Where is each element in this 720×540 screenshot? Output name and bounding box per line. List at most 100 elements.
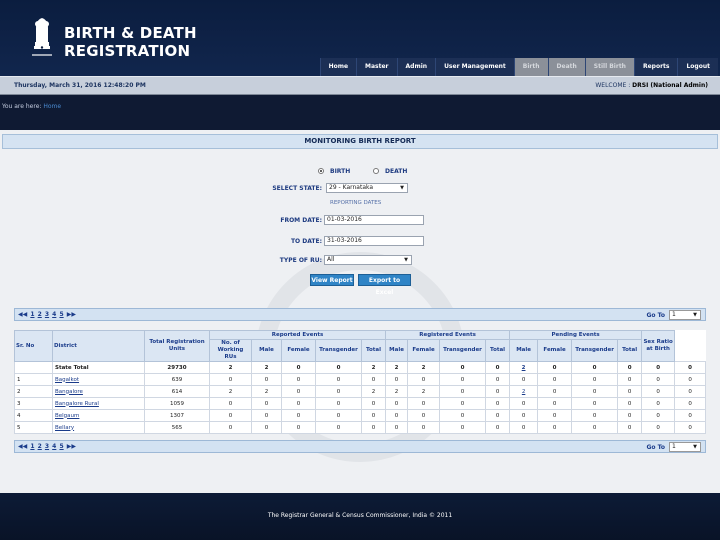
table-row: 1 Bagalkot 639 0 0 0 0 0 0 0 0 0 0 0 0 0 0 0 [14,373,706,386]
nav-admin[interactable]: Admin [396,58,436,76]
value-cell: 0 [485,397,511,410]
value-cell: 0 [674,421,706,434]
page-link-4[interactable]: 4 [52,311,56,318]
type-of-ru-label: TYPE OF RU: [279,257,322,264]
value-cell: 0 [315,397,362,410]
radio-birth-dot[interactable] [318,168,324,174]
value-cell: 0 [315,421,362,434]
type-of-ru-select[interactable]: All ▼ [324,255,412,265]
units-cell: 1307 [144,409,210,422]
value-cell: 2 [407,385,441,398]
col-pend-male: Male [509,339,539,362]
district-link[interactable]: Bangalore Rural [52,397,145,410]
sr-cell: 5 [14,421,53,434]
page-link-5[interactable]: 5 [59,311,63,318]
value-cell: 2 [509,361,539,374]
units-cell: 1059 [144,397,210,410]
units-cell: 565 [144,421,210,434]
value-cell: 0 [281,397,316,410]
nav-user-management[interactable]: User Management [435,58,514,76]
goto-select[interactable]: 1 ▼ [669,442,701,452]
value-cell: 2 [385,385,409,398]
value-cell: 2 [360,361,387,374]
pager-links: ◀◀ 1 2 3 4 5 ▶▶ [18,443,77,450]
bottom-pager: ◀◀ 1 2 3 4 5 ▶▶ Go To 1 ▼ [14,440,706,453]
value-cell: 0 [485,409,511,422]
to-date-input[interactable]: 31-03-2016 [324,236,424,246]
page-link-2[interactable]: 2 [38,443,42,450]
site-brand[interactable]: BIRTH & DEATH REGISTRATION [64,24,197,60]
report-table-body: State Total 29730 2 2 0 0 2 2 2 0 0 2 0 0 0 0 0 1 Bagalkot… [14,361,706,434]
report-panel: MONITORING BIRTH REPORT BIRTH DEATH SELE… [0,130,720,493]
breadcrumb: You are here: Home [2,103,61,110]
value-cell: 0 [385,373,409,386]
value-cell: 0 [439,421,487,434]
value-cell: 0 [485,385,511,398]
col-group-pending: Pending Events [509,330,643,340]
value-cell: 0 [439,409,487,422]
footer-copyright: The Registrar General & Census Commissio… [267,512,453,519]
district-link[interactable]: Belgaum [52,409,145,422]
value-cell: 0 [439,373,487,386]
col-reg-male: Male [385,339,409,362]
col-reg-female: Female [407,339,441,362]
value-cell: 0 [571,421,619,434]
page-link-1[interactable]: 1 [30,443,34,450]
nav-master[interactable]: Master [356,58,397,76]
col-pend-female: Female [537,339,573,362]
nav-home[interactable]: Home [319,58,357,76]
district-link[interactable]: Bangalore [52,385,145,398]
state-select[interactable]: 29 - Karnataka ▼ [326,183,408,193]
nav-birth[interactable]: Birth [513,58,548,76]
goto-select[interactable]: 1 ▼ [669,310,701,320]
value-cell: 0 [251,373,282,386]
value-cell: 0 [315,373,362,386]
goto-label: Go To [646,444,665,451]
top-pager: ◀◀ 1 2 3 4 5 ▶▶ Go To 1 ▼ [14,308,706,321]
district-link[interactable]: Bellary [52,421,145,434]
value-cell: 0 [617,385,643,398]
first-page-icon[interactable]: ◀◀ [18,443,27,450]
value-cell: 0 [674,409,706,422]
value-cell: 0 [251,397,282,410]
next-page-icon[interactable]: ▶▶ [67,311,76,318]
table-row: 2 Bangalore 614 2 2 0 0 2 2 2 0 0 2 0 0 0 0 0 [14,385,706,398]
view-report-button[interactable]: View Report [310,274,354,286]
chevron-down-icon: ▼ [400,185,404,191]
breadcrumb-home-link[interactable]: Home [43,103,61,110]
col-rep-female: Female [281,339,316,362]
sr-cell: 2 [14,385,53,398]
welcome-prefix: WELCOME : [595,82,631,89]
nav-still-birth[interactable]: Still Birth [584,58,634,76]
table-row: 5 Bellary 565 0 0 0 0 0 0 0 0 0 0 0 0 0 0 0 [14,421,706,434]
export-excel-button[interactable]: Export to Excel [358,274,411,296]
nav-death[interactable]: Death [547,58,585,76]
page-link-1[interactable]: 1 [30,311,34,318]
value-cell: 0 [407,421,441,434]
next-page-icon[interactable]: ▶▶ [67,443,76,450]
value-cell: 0 [485,373,511,386]
goto-select-value: 1 [672,311,676,318]
radio-birth[interactable]: BIRTH [318,168,350,175]
nav-reports[interactable]: Reports [633,58,678,76]
radio-death[interactable]: DEATH [373,168,407,175]
district-link[interactable]: Bagalkot [52,373,145,386]
value-cell: 0 [509,397,539,410]
main-nav: Home Master Admin User Management Birth … [319,58,718,76]
page-link-5[interactable]: 5 [59,443,63,450]
page-link-3[interactable]: 3 [45,443,49,450]
page-link-4[interactable]: 4 [52,443,56,450]
value-cell: 0 [571,361,619,374]
value-cell: 0 [641,421,676,434]
page-link-2[interactable]: 2 [38,311,42,318]
first-page-icon[interactable]: ◀◀ [18,311,27,318]
from-date-input[interactable]: 01-03-2016 [324,215,424,225]
table-row: 4 Belgaum 1307 0 0 0 0 0 0 0 0 0 0 0 0 0 0 0 [14,409,706,422]
page-link-3[interactable]: 3 [45,311,49,318]
chevron-down-icon: ▼ [693,312,697,318]
nav-logout[interactable]: Logout [677,58,718,76]
value-cell: 0 [385,397,409,410]
value-cell: 0 [485,361,511,374]
radio-death-dot[interactable] [373,168,379,174]
value-cell: 0 [281,385,316,398]
